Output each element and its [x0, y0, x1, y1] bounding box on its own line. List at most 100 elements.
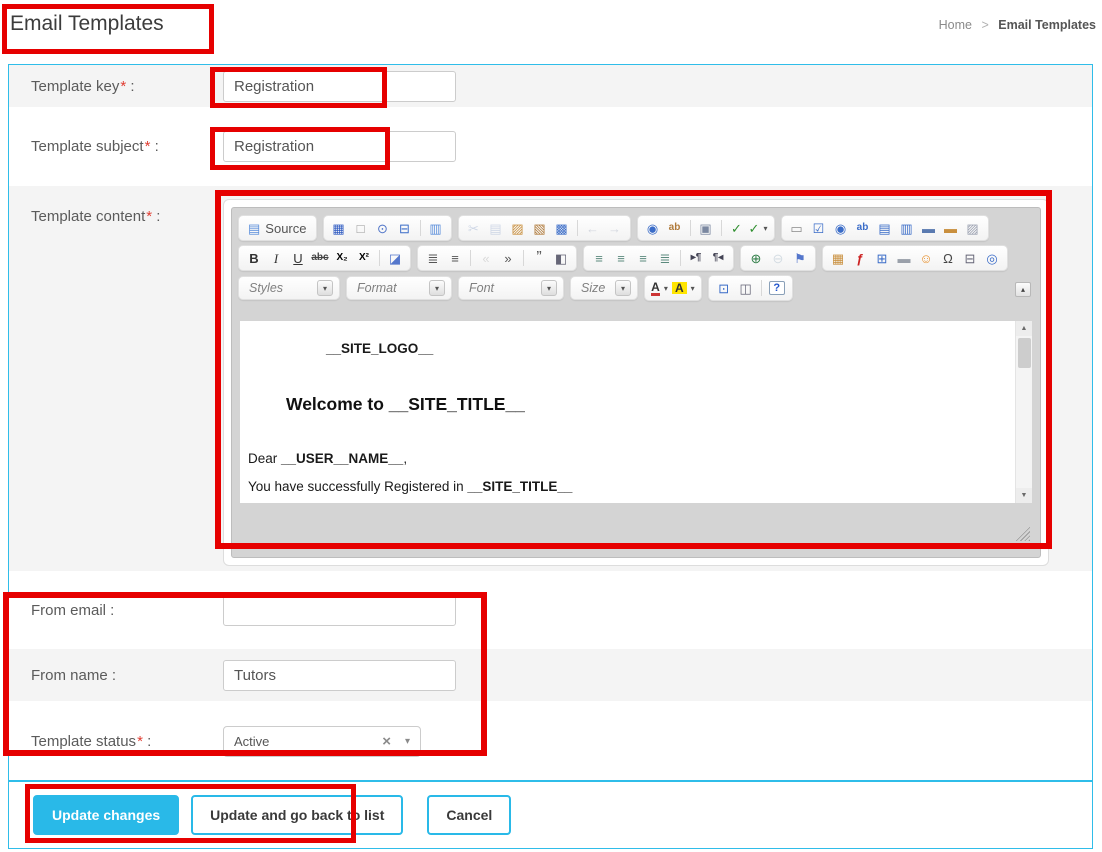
clear-icon[interactable]: ×	[382, 733, 391, 750]
scroll-up-button[interactable]: ▲	[1016, 321, 1032, 336]
new-page-button[interactable]: □	[350, 218, 372, 238]
superscript-button[interactable]: X²	[353, 248, 375, 268]
collapse-arrow-icon: ▴	[1021, 285, 1025, 294]
spell-check-menu-button[interactable]: ✓▾	[748, 218, 770, 238]
textarea-button[interactable]: ▤	[874, 218, 896, 238]
select-all-icon: ▣	[699, 222, 711, 235]
breadcrumb-home-link[interactable]: Home	[939, 18, 972, 32]
template-status-select[interactable]: Active × ▾	[223, 726, 421, 757]
background-color-button[interactable]: A▾	[671, 278, 697, 298]
show-blocks-button[interactable]: ◫	[735, 278, 757, 298]
toolbar-group: ▦□⊙⊟ ▥	[323, 215, 452, 241]
save-button[interactable]: ▦	[328, 218, 350, 238]
label-text: Template status	[31, 733, 136, 750]
selection-field-button[interactable]: ▥	[896, 218, 918, 238]
select-all-button[interactable]: ▣	[695, 218, 717, 238]
remove-format-button[interactable]: ◪	[384, 248, 406, 268]
italic-button[interactable]: I	[265, 248, 287, 268]
iframe-button[interactable]: ◎	[981, 248, 1003, 268]
image-button-button[interactable]: ▬	[940, 218, 962, 238]
paste-from-word-button[interactable]: ▩	[551, 218, 573, 238]
toolbar-group: ▦ƒ⊞▬☺Ω⊟◎	[822, 245, 1008, 271]
table-button[interactable]: ⊞	[871, 248, 893, 268]
welcome-heading: Welcome to __SITE_TITLE__	[286, 394, 1007, 415]
align-right-button[interactable]: ≡	[632, 248, 654, 268]
toolbar-collapse-button[interactable]: ▴	[1015, 282, 1031, 297]
maximize-button[interactable]: ⊡	[713, 278, 735, 298]
template-subject-input[interactable]	[223, 131, 456, 162]
format-dropdown[interactable]: Format▾	[351, 279, 447, 297]
print-button[interactable]: ⊟	[394, 218, 416, 238]
unlink-button: ⊖	[767, 248, 789, 268]
hidden-field-button[interactable]: ▨	[962, 218, 984, 238]
special-character-button[interactable]: Ω	[937, 248, 959, 268]
align-center-button[interactable]: ≡	[610, 248, 632, 268]
cancel-button[interactable]: Cancel	[427, 795, 511, 835]
increase-indent-button[interactable]: »	[497, 248, 519, 268]
numbered-list-icon: ≣	[428, 252, 439, 265]
image-button[interactable]: ▦	[827, 248, 849, 268]
subscript-button[interactable]: X₂	[331, 248, 353, 268]
templates-icon: ▥	[429, 222, 441, 235]
paste-button[interactable]: ▨	[507, 218, 529, 238]
body-line: You have successfully Registered in __SI…	[248, 479, 1007, 494]
anchor-icon: ⚑	[794, 252, 806, 265]
link-button[interactable]: ⊕	[745, 248, 767, 268]
toolbar-separator	[470, 250, 471, 266]
horizontal-rule-button[interactable]: ▬	[893, 248, 915, 268]
text-direction-rtl-button[interactable]: ¶◂	[707, 248, 729, 268]
from-email-input[interactable]	[223, 595, 456, 626]
styles-dropdown[interactable]: Styles▾	[243, 279, 335, 297]
editor-scrollbar[interactable]: ▲ ▼	[1015, 321, 1032, 503]
form-button[interactable]: ▭	[786, 218, 808, 238]
editor-resize-handle[interactable]	[1015, 526, 1030, 541]
textarea-icon: ▤	[878, 222, 890, 235]
spell-check-button[interactable]: ✓	[726, 218, 748, 238]
font-dropdown[interactable]: Font▾	[463, 279, 559, 297]
template-key-input[interactable]	[223, 71, 456, 102]
template-key-label: Template key* :	[9, 65, 223, 107]
paste-text-button[interactable]: ▧	[529, 218, 551, 238]
radio-button-button[interactable]: ◉	[830, 218, 852, 238]
editor-editable[interactable]: __SITE_LOGO__ Welcome to __SITE_TITLE__ …	[240, 321, 1015, 503]
button-field-button[interactable]: ▬	[918, 218, 940, 238]
redo-icon: →	[608, 222, 621, 235]
replace-button[interactable]: ab	[664, 218, 686, 238]
size-dropdown[interactable]: Size▾	[575, 279, 633, 297]
text-color-button[interactable]: A▾	[649, 278, 671, 298]
update-changes-button[interactable]: Update changes	[33, 795, 179, 835]
subscript-icon: X₂	[336, 253, 347, 263]
chevron-down-icon: ▾	[691, 284, 695, 293]
div-container-button[interactable]: ◧	[550, 248, 572, 268]
from-name-input[interactable]	[223, 660, 456, 691]
find-button[interactable]: ◉	[642, 218, 664, 238]
blockquote-button[interactable]: ”	[528, 248, 550, 268]
template-subject-row: Template subject* :	[9, 107, 1092, 186]
scrollbar-thumb[interactable]	[1018, 338, 1031, 368]
underline-button[interactable]: U	[287, 248, 309, 268]
page-break-button[interactable]: ⊟	[959, 248, 981, 268]
chevron-down-icon: ▾	[615, 280, 631, 296]
flash-button[interactable]: ƒ	[849, 248, 871, 268]
align-justify-button[interactable]: ≣	[654, 248, 676, 268]
show-blocks-icon: ◫	[740, 282, 752, 295]
align-left-button[interactable]: ≡	[588, 248, 610, 268]
text-field-button[interactable]: ab	[852, 218, 874, 238]
about-button[interactable]: ?	[766, 278, 788, 298]
scroll-down-button[interactable]: ▼	[1016, 488, 1032, 503]
checkbox-button[interactable]: ☑	[808, 218, 830, 238]
source-button[interactable]: ▤Source	[243, 218, 312, 238]
update-and-go-back-button[interactable]: Update and go back to list	[191, 795, 403, 835]
numbered-list-button[interactable]: ≣	[422, 248, 444, 268]
templates-button[interactable]: ▥	[425, 218, 447, 238]
anchor-button[interactable]: ⚑	[789, 248, 811, 268]
text-direction-ltr-button[interactable]: ▸¶	[685, 248, 707, 268]
bold-button[interactable]: B	[243, 248, 265, 268]
chevron-down-icon[interactable]: ▾	[405, 736, 410, 747]
bulleted-list-button[interactable]: ≡	[444, 248, 466, 268]
text-field-icon: ab	[857, 223, 869, 233]
smiley-button[interactable]: ☺	[915, 248, 937, 268]
preview-button[interactable]: ⊙	[372, 218, 394, 238]
strikethrough-button[interactable]: abc	[309, 248, 331, 268]
toolbar-separator	[721, 220, 722, 236]
